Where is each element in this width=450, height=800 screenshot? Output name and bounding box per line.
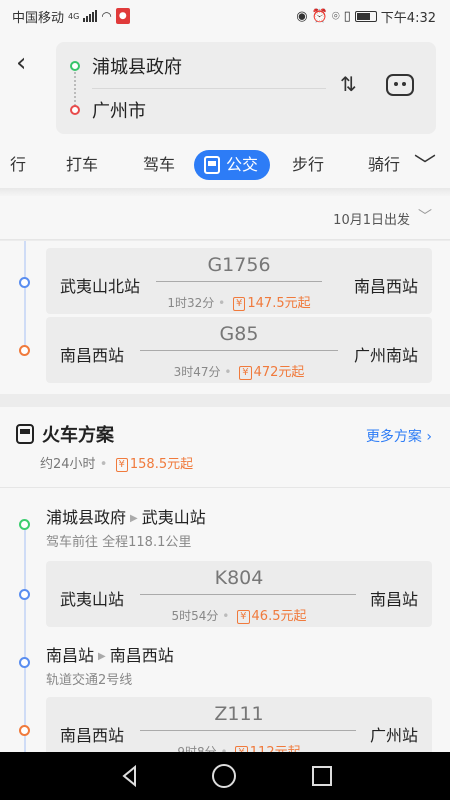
departure-date-row[interactable]: 10月1日出发 ﹀ xyxy=(0,196,450,240)
plan-total-price: 158.5元起 xyxy=(129,457,194,472)
segment-line xyxy=(140,730,356,731)
segment-meta: 1时32分 • ¥147.5元起 xyxy=(167,296,311,311)
segment-duration: 1时32分 xyxy=(167,296,215,310)
segment-meta: 3时47分 • ¥472元起 xyxy=(173,365,305,380)
tab-walk[interactable]: 步行 xyxy=(292,150,324,180)
segment-meta: 5时54分 • ¥46.5元起 xyxy=(171,609,307,624)
divider xyxy=(0,188,450,196)
location-icon: ⌾ xyxy=(331,8,340,24)
station-dot-icon xyxy=(19,345,30,356)
chevron-left-icon: ‹ xyxy=(16,48,27,78)
eye-icon: ◉ xyxy=(296,8,308,24)
train-segment[interactable]: 武夷山北站 G1756 南昌西站 1时32分 • ¥147.5元起 xyxy=(46,248,432,314)
signal-icon xyxy=(83,10,98,22)
carrier-label: 中国移动 xyxy=(12,10,65,26)
station-dot-icon xyxy=(19,725,30,736)
tab-transit[interactable]: 公交 xyxy=(194,150,271,180)
metro-step[interactable]: 南昌站 ▶ 南昌西站 xyxy=(46,642,174,666)
plan-summary: 约24小时 • ¥158.5元起 xyxy=(40,457,194,472)
more-options-icon[interactable] xyxy=(386,74,414,96)
timeline-line xyxy=(24,529,26,753)
home-icon[interactable] xyxy=(212,764,236,788)
price-icon: ¥ xyxy=(237,610,250,624)
wifi-icon: ◠ xyxy=(101,9,112,23)
segment-line xyxy=(140,350,338,351)
swap-icon[interactable]: ⇅ xyxy=(340,72,357,96)
train-segment[interactable]: 武夷山站 K804 南昌站 5时54分 • ¥46.5元起 xyxy=(46,561,432,627)
recent-apps-icon[interactable] xyxy=(312,766,332,786)
route-input-box: 浦城县政府 广州市 ⇅ xyxy=(56,42,436,134)
plan-title: 火车方案 xyxy=(42,425,114,446)
tab-partial[interactable]: 行 xyxy=(10,150,26,180)
origin-field[interactable]: 浦城县政府 xyxy=(70,44,182,88)
bus-icon xyxy=(204,156,220,174)
metro-to: 南昌西站 xyxy=(109,646,174,665)
destination-dot-icon xyxy=(70,105,80,115)
drive-step[interactable]: 浦城县政府 ▶ 武夷山站 xyxy=(46,504,206,528)
station-dot-icon xyxy=(19,657,30,668)
departure-date: 10月1日出发 xyxy=(333,213,410,228)
price-icon: ¥ xyxy=(233,297,246,311)
price-icon: ¥ xyxy=(115,458,128,472)
tab-transit-label: 公交 xyxy=(226,155,259,174)
route-header: ‹ 浦城县政府 广州市 ⇅ xyxy=(0,32,450,142)
metro-desc: 轨道交通2号线 xyxy=(46,673,133,688)
price-icon: ¥ xyxy=(239,366,252,380)
plan-total-time: 约24小时 xyxy=(40,457,96,472)
clock-time: 下午4:32 xyxy=(380,10,436,26)
segment-line xyxy=(156,281,322,282)
chevron-right-icon: › xyxy=(426,429,432,445)
transport-tabs: 行 打车 驾车 公交 步行 骑行 ﹀ xyxy=(0,142,450,188)
station-dot-icon xyxy=(19,277,30,288)
station-dot-icon xyxy=(19,589,30,600)
divider xyxy=(0,487,450,488)
origin-dot-icon xyxy=(70,61,80,71)
network-label: 4G xyxy=(68,11,80,21)
status-bar: 中国移动 4G ◠ ● ◉ ⏰ ⌾ ▯ 下午4:32 xyxy=(0,0,450,32)
play-icon: ▶ xyxy=(130,513,138,524)
chevron-down-icon: ﹀ xyxy=(418,209,432,225)
origin-dot-icon xyxy=(19,519,30,530)
train-segment[interactable]: 南昌西站 G85 广州南站 3时47分 • ¥472元起 xyxy=(46,317,432,383)
system-nav-bar xyxy=(0,752,450,800)
drive-to: 武夷山站 xyxy=(141,508,206,527)
more-plans-link[interactable]: 更多方案 › xyxy=(366,426,432,446)
battery-icon xyxy=(354,10,377,22)
chevron-down-icon[interactable]: ﹀ xyxy=(414,148,436,180)
segment-price: 46.5元起 xyxy=(251,609,307,624)
back-button[interactable]: ‹ xyxy=(16,48,46,78)
plan-header: 火车方案 xyxy=(16,421,114,447)
segment-price: 472元起 xyxy=(253,365,305,380)
metro-from: 南昌站 xyxy=(46,646,95,665)
play-icon: ▶ xyxy=(98,651,106,662)
back-icon[interactable] xyxy=(116,762,144,790)
segment-line xyxy=(140,594,356,595)
train-plan-card[interactable]: 火车方案 更多方案 › 约24小时 • ¥158.5元起 浦城县政府 ▶ 武夷山站 … xyxy=(0,407,450,763)
segment-duration: 3时47分 xyxy=(173,365,221,379)
train-icon xyxy=(16,424,34,444)
tab-drive[interactable]: 驾车 xyxy=(143,150,175,180)
drive-from: 浦城县政府 xyxy=(46,508,127,527)
drive-desc: 驾车前往 全程118.1公里 xyxy=(46,535,192,550)
alarm-icon: ⏰ xyxy=(311,8,328,24)
segment-price: 147.5元起 xyxy=(247,296,311,311)
destination-text: 广州市 xyxy=(92,101,146,122)
origin-text: 浦城县政府 xyxy=(92,57,182,78)
more-plans-label: 更多方案 xyxy=(365,429,422,445)
timeline-line xyxy=(24,241,26,351)
vibrate-icon: ▯ xyxy=(343,8,351,24)
destination-field[interactable]: 广州市 xyxy=(70,88,146,132)
segment-duration: 5时54分 xyxy=(171,609,219,623)
tab-bike[interactable]: 骑行 xyxy=(368,150,400,180)
tab-taxi[interactable]: 打车 xyxy=(66,150,98,180)
route-plan-card[interactable]: 武夷山北站 G1756 南昌西站 1时32分 • ¥147.5元起 南昌西站 G… xyxy=(0,241,450,394)
mic-icon: ● xyxy=(115,8,130,24)
